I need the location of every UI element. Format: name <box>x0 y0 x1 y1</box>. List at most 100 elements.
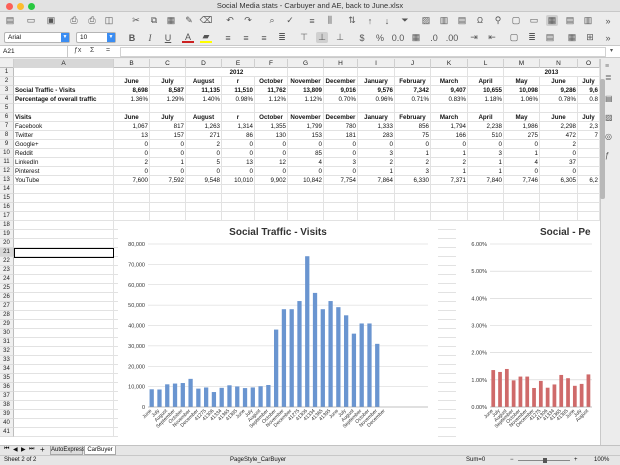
value-cell[interactable]: 510 <box>468 131 504 140</box>
select-all-corner[interactable] <box>0 59 14 68</box>
row-header-19[interactable]: 19 <box>0 230 14 239</box>
row-header-32[interactable]: 32 <box>0 347 14 356</box>
define-print-area-icon[interactable]: ▦ <box>546 15 558 26</box>
month-header[interactable]: November <box>288 77 324 86</box>
grid-cell[interactable] <box>540 203 578 212</box>
value-cell[interactable]: 3 <box>358 149 395 158</box>
value-cell[interactable]: 2,298 <box>540 122 578 131</box>
value-cell[interactable]: 0.8 <box>578 95 600 104</box>
grid-cell[interactable] <box>222 203 255 212</box>
grid-cell[interactable] <box>14 68 114 77</box>
month-header[interactable]: July <box>578 77 600 86</box>
font-name-select[interactable]: Arial ▼ <box>4 32 70 43</box>
column-header-n[interactable]: N <box>540 59 578 68</box>
value-cell[interactable]: 1 <box>431 149 468 158</box>
value-cell[interactable]: 1,263 <box>186 122 222 131</box>
value-cell[interactable]: 13 <box>114 131 150 140</box>
month-header[interactable]: July <box>150 113 186 122</box>
function-wizard-icon[interactable]: ƒx <box>74 47 81 54</box>
value-cell[interactable]: 0 <box>468 140 504 149</box>
grid-cell[interactable] <box>468 68 504 77</box>
value-cell[interactable]: 0 <box>288 140 324 149</box>
value-cell[interactable]: 0 <box>288 167 324 176</box>
grid-cell[interactable] <box>14 185 114 194</box>
month-header[interactable]: June <box>114 77 150 86</box>
spelling-icon[interactable]: ✓ <box>284 15 296 26</box>
value-cell[interactable]: 157 <box>150 131 186 140</box>
value-cell[interactable]: 0 <box>186 149 222 158</box>
grid-cell[interactable] <box>255 212 288 221</box>
value-cell[interactable]: 7,600 <box>114 176 150 185</box>
month-header[interactable]: June <box>540 77 578 86</box>
grid-cell[interactable] <box>150 203 186 212</box>
align-bottom-icon[interactable]: ⊥ <box>334 32 346 43</box>
value-cell[interactable]: 10,842 <box>288 176 324 185</box>
grid-cell[interactable] <box>14 365 114 374</box>
grid-cell[interactable] <box>114 203 150 212</box>
sort-icon[interactable]: ⇅ <box>346 15 358 26</box>
row-header-8[interactable]: 8 <box>0 131 14 140</box>
value-cell[interactable]: 9,016 <box>324 86 358 95</box>
grid-cell[interactable] <box>14 212 114 221</box>
grid-cell[interactable] <box>468 194 504 203</box>
expand-formula-icon[interactable]: ▾ <box>610 47 613 54</box>
grid-cell[interactable] <box>358 212 395 221</box>
value-cell[interactable]: 2 <box>431 158 468 167</box>
row-header-23[interactable]: 23 <box>0 266 14 275</box>
value-cell[interactable]: 1.12% <box>288 95 324 104</box>
gallery-icon[interactable]: ▨ <box>605 113 613 122</box>
row-header-2[interactable]: 2 <box>0 77 14 86</box>
undo-icon[interactable]: ↶ <box>224 15 236 26</box>
grid-cell[interactable] <box>358 185 395 194</box>
value-cell[interactable]: 3 <box>468 149 504 158</box>
chart-social-percentage[interactable]: Social - Pe 0.00% 1.00% 2.00% 3.00% 4.00% 5.00… <box>456 221 600 439</box>
value-cell[interactable]: 0 <box>324 167 358 176</box>
grid-cell[interactable] <box>288 68 324 77</box>
value-cell[interactable]: 1,333 <box>358 122 395 131</box>
value-cell[interactable]: 4 <box>288 158 324 167</box>
highlight-icon[interactable]: ▰ <box>200 31 212 43</box>
grid-cell[interactable] <box>324 104 358 113</box>
value-cell[interactable]: 0 <box>255 149 288 158</box>
value-cell[interactable]: 0 <box>324 140 358 149</box>
row-header-20[interactable]: 20 <box>0 239 14 248</box>
value-cell[interactable]: 1.40% <box>186 95 222 104</box>
column-header-b[interactable]: B <box>114 59 150 68</box>
row-header-10[interactable]: 10 <box>0 149 14 158</box>
value-cell[interactable]: 0 <box>540 149 578 158</box>
currency-format-icon[interactable]: $ <box>356 32 368 43</box>
image-icon[interactable]: ▨ <box>420 15 432 26</box>
value-cell[interactable]: 9,286 <box>540 86 578 95</box>
autofilter-icon[interactable]: ⏷ <box>399 15 411 26</box>
grid-cell[interactable] <box>114 68 150 77</box>
grid-cell[interactable] <box>358 203 395 212</box>
column-header-k[interactable]: K <box>431 59 468 68</box>
grid-cell[interactable] <box>14 203 114 212</box>
grid-cell[interactable] <box>288 203 324 212</box>
row-header-3[interactable]: 3 <box>0 86 14 95</box>
month-header[interactable]: r <box>222 113 255 122</box>
grid-cell[interactable] <box>431 68 468 77</box>
column-header-j[interactable]: J <box>395 59 431 68</box>
font-color-icon[interactable]: A <box>182 32 194 43</box>
grid-cell[interactable] <box>14 266 114 275</box>
row-header-33[interactable]: 33 <box>0 356 14 365</box>
row-header-21[interactable]: 21 <box>0 248 14 257</box>
column-header-m[interactable]: M <box>504 59 540 68</box>
grid-cell[interactable] <box>324 212 358 221</box>
value-cell[interactable]: 9,576 <box>358 86 395 95</box>
grid-cell[interactable] <box>14 239 114 248</box>
grid-cell[interactable] <box>540 194 578 203</box>
value-cell[interactable]: 0 <box>150 167 186 176</box>
row-header-26[interactable]: 26 <box>0 293 14 302</box>
align-top-icon[interactable]: ⊤ <box>298 32 310 43</box>
value-cell[interactable]: 0.98% <box>222 95 255 104</box>
grid-cell[interactable] <box>222 104 255 113</box>
export-pdf-icon[interactable]: ⎙ <box>68 15 80 26</box>
grid-cell[interactable] <box>504 104 540 113</box>
month-header[interactable]: May <box>504 113 540 122</box>
value-cell[interactable]: 0.70% <box>324 95 358 104</box>
sort-ascending-icon[interactable]: ↑ <box>364 15 376 26</box>
value-cell[interactable]: 7,592 <box>150 176 186 185</box>
row-header-15[interactable]: 15 <box>0 194 14 203</box>
